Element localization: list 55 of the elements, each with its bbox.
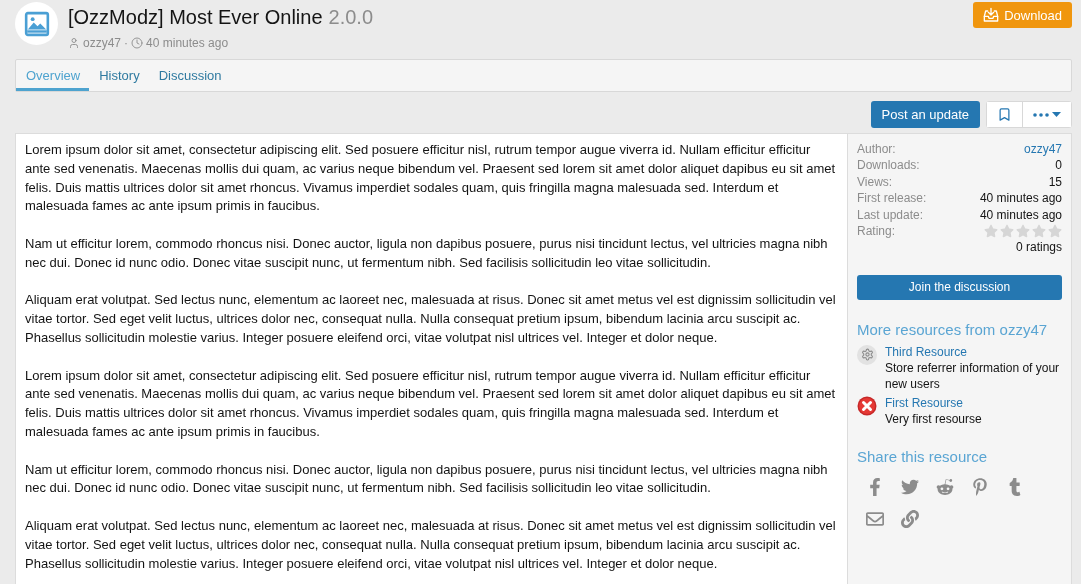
author-link[interactable]: ozzy47 [1023, 141, 1062, 158]
meta-separator: · [124, 36, 129, 50]
info-label: Author: [857, 141, 896, 158]
tab[interactable]: Overview [16, 60, 90, 91]
info-label: Views: [857, 173, 893, 191]
info-value: 15 [1048, 173, 1062, 191]
resource-description: Very first resourse [885, 410, 982, 427]
info-label: Rating: [857, 223, 896, 240]
post-time: 40 minutes ago [146, 36, 229, 50]
post-update-button[interactable]: Post an update [870, 101, 980, 128]
bookmark-icon [997, 107, 1012, 122]
section-heading: More resources from ozzy47 [857, 319, 1049, 340]
star-icon [1032, 224, 1046, 239]
caret-icon [1052, 112, 1061, 117]
join-discussion-button[interactable]: Join the discussion [857, 274, 1062, 300]
ratings-count: 0 ratings [1015, 239, 1062, 256]
gear-icon [857, 344, 877, 365]
description-paragraph: Lorem ipsum dolor sit amet, consectetur adipiscing elit. Sed posuere efficitur nisl, rutrum tempor augue viverra id. Nullam efficitur efficitur ante sed venenatis. Maecenas mollis dui quam, ac varius neque bibendum vel. Praesent sed lorem sit amet dolor aliquet dapibus eu sit amet felis. Duis mattis ultrices dolor sit amet rhoncus. Vivamus imperdiet sodales quam, quis fringilla magna malesuada sed. Interdum et malesuada fames ac ante ipsum primis in faucibus. [25, 141, 837, 216]
info-label: First release: [857, 190, 927, 207]
reddit-icon [935, 477, 954, 496]
image-icon [15, 2, 58, 45]
star-icon [1000, 224, 1014, 239]
star-icon [1016, 224, 1030, 239]
info-label: Last update: [857, 206, 924, 224]
resource-link[interactable]: First Resourse [885, 394, 964, 411]
download-icon [983, 7, 1000, 23]
clock-icon [131, 37, 144, 49]
tab[interactable]: History [89, 60, 149, 91]
more-options-button[interactable] [1022, 102, 1071, 127]
user-icon [68, 37, 80, 49]
download-button[interactable]: Download [973, 2, 1072, 28]
description-paragraph: Nam ut efficitur lorem, commodo rhoncus nisi. Donec auctor, ligula non dapibus posuere, purus nisi tincidunt lectus, vel ultricies magna nibh nec dui. Donec id nunc odio. Donec vitae suscipit nunc, ut fermentum nibh. Sed facilisis sollicitudin leo vitae sollicitudin. [25, 460, 829, 498]
resource-title: [OzzModz] Most Ever Online [68, 5, 323, 30]
error-icon [857, 395, 877, 416]
info-value: 40 minutes ago [979, 206, 1062, 224]
description-paragraph: Aliquam erat volutpat. Sed lectus nunc, elementum ac laoreet nec, malesuada at risus. Donec sit amet metus vel est dignissim sollicitudin vel vitae tortor. Sed eget velit luctus, ultrices dolor nec, consequat nulla. Nulla consequat pretium ipsum, bibendum lacinia arcu suscipit ac. Phasellus sollicitudin molestie varius. Integer posuere eleifend orci, vitae volutpat nisl ultrices vel. Integer et dolor neque. [25, 516, 837, 573]
resource-description: Store referrer information of your new users [885, 359, 1061, 392]
info-value: 40 minutes ago [979, 190, 1062, 207]
resource-link[interactable]: Third Resource [885, 343, 968, 360]
tab[interactable]: Discussion [148, 60, 231, 91]
envelope-icon [865, 509, 884, 528]
star-icon [1048, 224, 1062, 239]
pinterest-icon [970, 477, 989, 496]
info-label: Downloads: [857, 157, 920, 174]
version-label: 2.0.0 [328, 5, 373, 30]
info-value: 0 [1055, 157, 1062, 174]
description-paragraph: Nam ut efficitur lorem, commodo rhoncus nisi. Donec auctor, ligula non dapibus posuere, purus nisi tincidunt lectus, vel ultricies magna nibh nec dui. Donec id nunc odio. Donec vitae suscipit nunc, ut fermentum nibh. Sed facilisis sollicitudin leo vitae sollicitudin. [25, 235, 829, 272]
section-heading: Share this resource [857, 446, 989, 467]
description-paragraph: Aliquam erat volutpat. Sed lectus nunc, elementum ac laoreet nec, malesuada at risus. Donec sit amet metus vel est dignissim sollicitudin vel vitae tortor. Sed eget velit luctus, ultrices dolor nec, consequat nulla. Nulla consequat pretium ipsum, bibendum lacinia arcu suscipit ac. Phasellus sollicitudin molestie varius. Integer posuere eleifend orci, vitae volutpat nisl ultrices vel. Integer et dolor neque. [25, 291, 837, 347]
ellipsis-icon [1033, 112, 1049, 117]
star-icon [984, 224, 998, 239]
link-icon [900, 509, 919, 528]
description-paragraph: Lorem ipsum dolor sit amet, consectetur adipiscing elit. Sed posuere efficitur nisl, rutrum tempor augue viverra id. Nullam efficitur efficitur ante sed venenatis. Maecenas mollis dui quam, ac varius neque bibendum vel. Praesent sed lorem sit amet dolor aliquet dapibus eu sit amet felis. Duis mattis ultrices dolor sit amet rhoncus. Vivamus imperdiet sodales quam, quis fringilla magna malesuada sed. Interdum et malesuada fames ac ante ipsum primis in faucibus. [25, 366, 837, 441]
twitter-icon [900, 477, 919, 496]
author-link[interactable]: ozzy47 [83, 36, 122, 50]
